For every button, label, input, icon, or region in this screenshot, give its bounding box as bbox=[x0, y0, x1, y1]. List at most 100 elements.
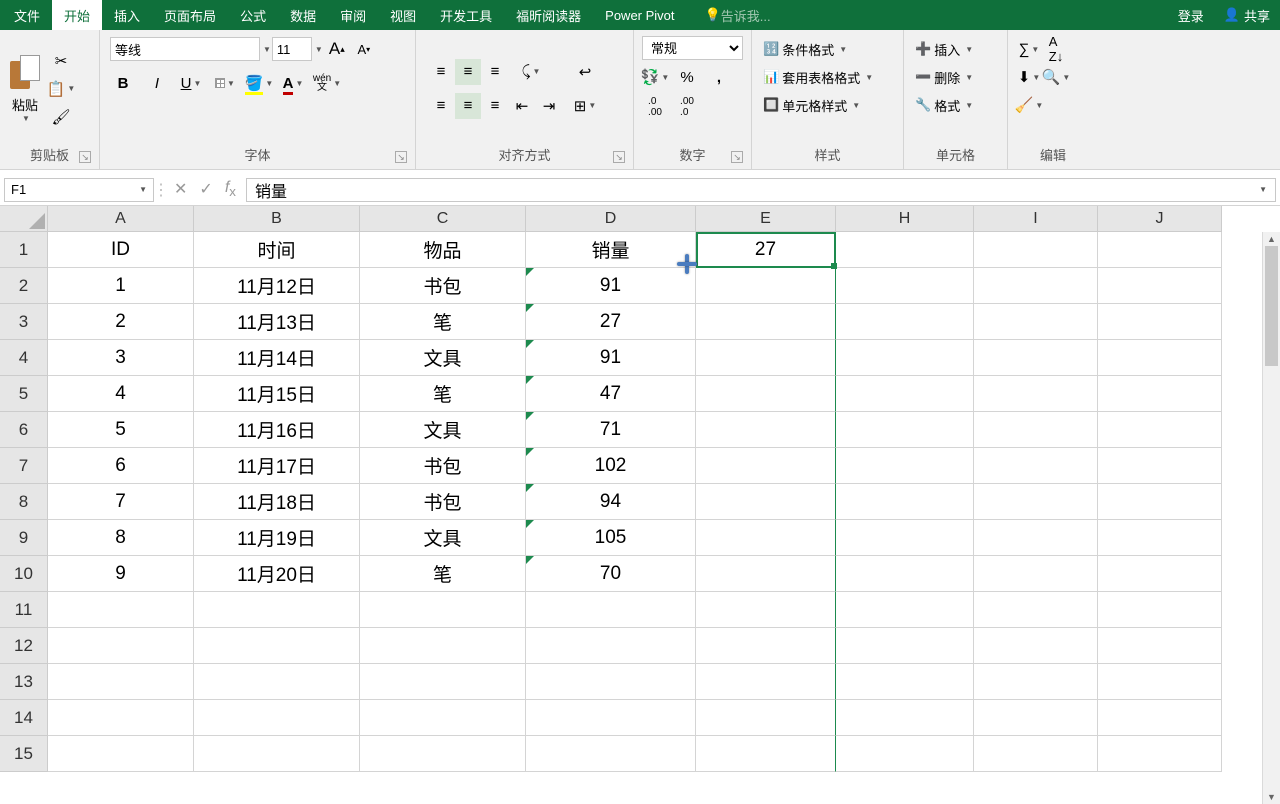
cell-E14[interactable] bbox=[696, 700, 836, 736]
cell-J4[interactable] bbox=[1098, 340, 1222, 376]
cancel-formula-button[interactable]: ✕ bbox=[174, 179, 187, 199]
vertical-scrollbar[interactable]: ▲ ▼ bbox=[1262, 232, 1280, 804]
column-header-J[interactable]: J bbox=[1098, 206, 1222, 232]
cell-J9[interactable] bbox=[1098, 520, 1222, 556]
cell-A10[interactable]: 9 bbox=[48, 556, 194, 592]
wrap-text-button[interactable]: ↩ bbox=[572, 59, 598, 85]
font-size-select[interactable] bbox=[272, 37, 312, 61]
cell-J13[interactable] bbox=[1098, 664, 1222, 700]
cell-J15[interactable] bbox=[1098, 736, 1222, 772]
increase-decimal-button[interactable]: .0.00 bbox=[642, 94, 668, 120]
cell-D13[interactable] bbox=[526, 664, 696, 700]
tab-formula[interactable]: 公式 bbox=[228, 0, 278, 30]
column-header-B[interactable]: B bbox=[194, 206, 360, 232]
cell-D9[interactable]: 105 bbox=[526, 520, 696, 556]
cell-B15[interactable] bbox=[194, 736, 360, 772]
cell-E1[interactable]: 27 bbox=[696, 232, 836, 268]
cell-A7[interactable]: 6 bbox=[48, 448, 194, 484]
tell-me-search[interactable]: 💡 告诉我... bbox=[687, 6, 1168, 25]
column-header-C[interactable]: C bbox=[360, 206, 526, 232]
cell-I13[interactable] bbox=[974, 664, 1098, 700]
cell-C8[interactable]: 书包 bbox=[360, 484, 526, 520]
cell-D7[interactable]: 102 bbox=[526, 448, 696, 484]
row-header-15[interactable]: 15 bbox=[0, 736, 48, 772]
cell-B2[interactable]: 11月12日 bbox=[194, 268, 360, 304]
cell-I15[interactable] bbox=[974, 736, 1098, 772]
cell-J14[interactable] bbox=[1098, 700, 1222, 736]
cell-A13[interactable] bbox=[48, 664, 194, 700]
cell-A4[interactable]: 3 bbox=[48, 340, 194, 376]
percent-button[interactable]: % bbox=[674, 64, 700, 90]
tab-view[interactable]: 视图 bbox=[378, 0, 428, 30]
cell-E11[interactable] bbox=[696, 592, 836, 628]
decrease-indent-button[interactable]: ⇤ bbox=[509, 93, 535, 119]
cell-H7[interactable] bbox=[836, 448, 974, 484]
cell-I8[interactable] bbox=[974, 484, 1098, 520]
delete-cells-button[interactable]: ➖删除▼ bbox=[912, 64, 976, 90]
tab-insert[interactable]: 插入 bbox=[102, 0, 152, 30]
autosum-button[interactable]: ∑▼ bbox=[1016, 36, 1042, 62]
cell-I6[interactable] bbox=[974, 412, 1098, 448]
cell-A14[interactable] bbox=[48, 700, 194, 736]
cell-I5[interactable] bbox=[974, 376, 1098, 412]
cell-C4[interactable]: 文具 bbox=[360, 340, 526, 376]
cell-H9[interactable] bbox=[836, 520, 974, 556]
align-right-button[interactable]: ≡ bbox=[482, 93, 508, 119]
sort-filter-button[interactable]: AZ↓ bbox=[1043, 36, 1069, 62]
clear-button[interactable]: 🧹▼ bbox=[1016, 92, 1042, 118]
cell-I9[interactable] bbox=[974, 520, 1098, 556]
cell-E8[interactable] bbox=[696, 484, 836, 520]
cell-C1[interactable]: 物品 bbox=[360, 232, 526, 268]
scroll-down-button[interactable]: ▼ bbox=[1263, 790, 1280, 804]
cell-B7[interactable]: 11月17日 bbox=[194, 448, 360, 484]
row-header-2[interactable]: 2 bbox=[0, 268, 48, 304]
format-as-table-button[interactable]: 📊套用表格格式▼ bbox=[760, 64, 876, 90]
cell-B13[interactable] bbox=[194, 664, 360, 700]
column-header-A[interactable]: A bbox=[48, 206, 194, 232]
number-dialog-launcher[interactable]: ↘ bbox=[731, 151, 743, 163]
cell-A15[interactable] bbox=[48, 736, 194, 772]
cell-D4[interactable]: 91 bbox=[526, 340, 696, 376]
underline-button[interactable]: U▼ bbox=[178, 70, 204, 96]
column-header-H[interactable]: H bbox=[836, 206, 974, 232]
row-header-12[interactable]: 12 bbox=[0, 628, 48, 664]
row-header-6[interactable]: 6 bbox=[0, 412, 48, 448]
tab-devtools[interactable]: 开发工具 bbox=[428, 0, 504, 30]
cell-D3[interactable]: 27 bbox=[526, 304, 696, 340]
share-button[interactable]: 👤共享 bbox=[1214, 0, 1280, 30]
expand-formula-bar-button[interactable]: ▼ bbox=[1257, 185, 1267, 194]
cell-D15[interactable] bbox=[526, 736, 696, 772]
cell-J5[interactable] bbox=[1098, 376, 1222, 412]
cell-E7[interactable] bbox=[696, 448, 836, 484]
cell-J11[interactable] bbox=[1098, 592, 1222, 628]
cell-C6[interactable]: 文具 bbox=[360, 412, 526, 448]
cell-I1[interactable] bbox=[974, 232, 1098, 268]
find-button[interactable]: 🔍▼ bbox=[1043, 64, 1069, 90]
cell-C3[interactable]: 笔 bbox=[360, 304, 526, 340]
row-header-13[interactable]: 13 bbox=[0, 664, 48, 700]
font-color-button[interactable]: A▼ bbox=[280, 70, 306, 96]
cell-C7[interactable]: 书包 bbox=[360, 448, 526, 484]
cell-B3[interactable]: 11月13日 bbox=[194, 304, 360, 340]
decrease-decimal-button[interactable]: .00.0 bbox=[674, 94, 700, 120]
font-name-select[interactable] bbox=[110, 37, 260, 61]
row-header-4[interactable]: 4 bbox=[0, 340, 48, 376]
cell-J2[interactable] bbox=[1098, 268, 1222, 304]
cell-B14[interactable] bbox=[194, 700, 360, 736]
select-all-corner[interactable] bbox=[0, 206, 48, 232]
cell-A11[interactable] bbox=[48, 592, 194, 628]
cell-A6[interactable]: 5 bbox=[48, 412, 194, 448]
cell-D12[interactable] bbox=[526, 628, 696, 664]
cell-E9[interactable] bbox=[696, 520, 836, 556]
cell-E5[interactable] bbox=[696, 376, 836, 412]
tab-data[interactable]: 数据 bbox=[278, 0, 328, 30]
fx-button[interactable]: fx bbox=[225, 179, 236, 199]
cell-C15[interactable] bbox=[360, 736, 526, 772]
format-cells-button[interactable]: 🔧格式▼ bbox=[912, 92, 976, 118]
cell-I7[interactable] bbox=[974, 448, 1098, 484]
tab-home[interactable]: 开始 bbox=[52, 0, 102, 30]
insert-cells-button[interactable]: ➕插入▼ bbox=[912, 36, 976, 62]
cell-J10[interactable] bbox=[1098, 556, 1222, 592]
cell-B12[interactable] bbox=[194, 628, 360, 664]
cell-H8[interactable] bbox=[836, 484, 974, 520]
